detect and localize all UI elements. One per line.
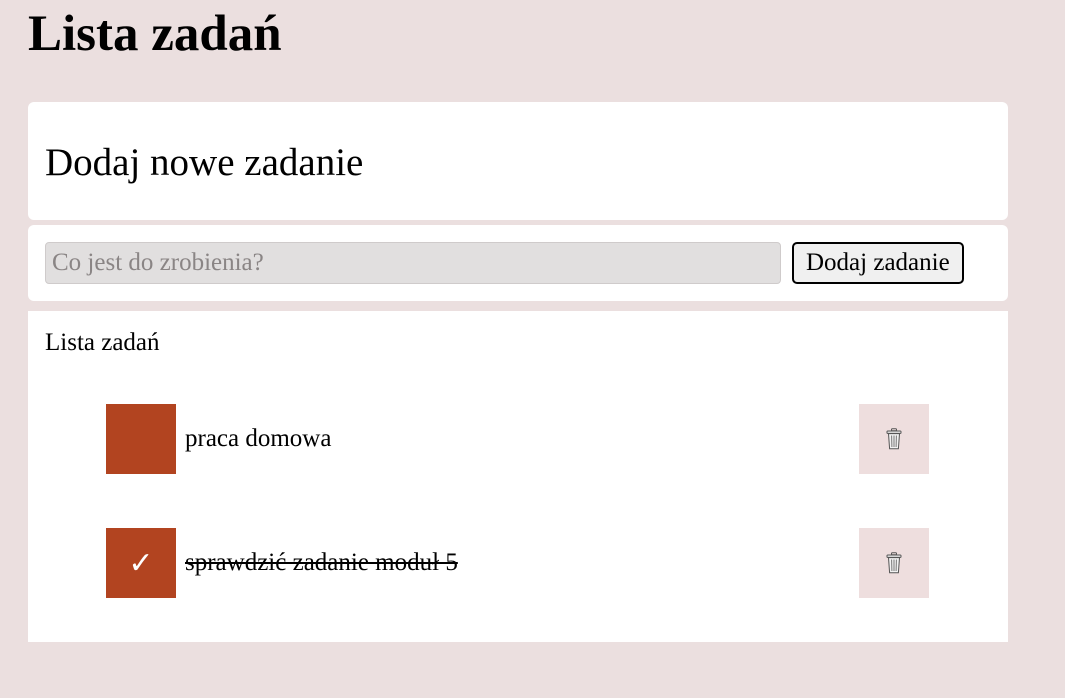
task-text: praca domowa [185,425,332,452]
page-title: Lista zadań [28,6,282,62]
checkmark-icon: ✓ [128,545,154,581]
task-checkbox[interactable]: ✓ [106,528,176,598]
add-task-button[interactable]: Dodaj zadanie [792,242,964,284]
add-task-header-card: Dodaj nowe zadanie [28,102,1008,220]
trash-icon [886,552,902,574]
task-text: sprawdzić zadanie moduł 5 [185,549,458,576]
trash-icon [886,428,902,450]
task-checkbox[interactable] [106,404,176,474]
task-item: praca domowa [106,404,929,474]
delete-task-button[interactable] [859,404,929,474]
delete-task-button[interactable] [859,528,929,598]
task-list-card: Lista zadań praca domowa ✓ sprawdzić zad… [28,311,1008,642]
task-input[interactable] [45,242,781,284]
add-task-form: Dodaj zadanie [28,225,1008,301]
add-task-heading: Dodaj nowe zadanie [45,141,364,184]
task-list-heading: Lista zadań [45,329,160,356]
task-item: ✓ sprawdzić zadanie moduł 5 [106,528,929,598]
